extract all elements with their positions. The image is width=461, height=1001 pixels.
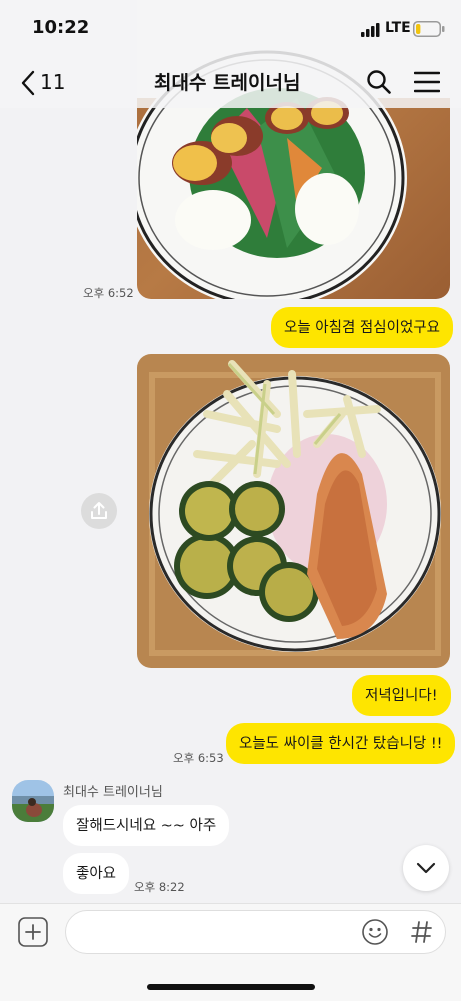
network-label: LTE: [385, 20, 411, 36]
chevron-left-icon: [21, 70, 35, 96]
home-indicator: [147, 984, 315, 990]
message-bubble[interactable]: 오늘도 싸이클 한시간 탔습니당 !!: [226, 723, 456, 764]
avatar[interactable]: [12, 780, 54, 822]
message-bubble[interactable]: 오늘 아침겸 점심이었구요: [271, 307, 453, 348]
plus-icon[interactable]: [18, 917, 48, 947]
back-button[interactable]: 11: [14, 66, 74, 100]
message-bubble[interactable]: 좋아요: [63, 853, 130, 894]
chat-header: 11 최대수 트레이너님: [0, 58, 461, 108]
message-bubble[interactable]: 잘해드시네요 ~~ 아주: [63, 805, 230, 846]
chat-title[interactable]: 최대수 트레이너님: [154, 68, 300, 95]
message-bubble[interactable]: 저녁입니다!: [352, 675, 451, 716]
emoji-icon[interactable]: [361, 918, 389, 946]
menu-icon[interactable]: [414, 71, 440, 93]
scroll-to-bottom-button[interactable]: [403, 845, 449, 891]
message-time: 오후 8:22: [134, 880, 185, 894]
sender-name: 최대수 트레이너님: [63, 785, 163, 800]
message-image-dinner[interactable]: [137, 354, 450, 668]
chevron-down-icon: [416, 862, 436, 874]
share-button[interactable]: [81, 493, 117, 529]
avatar-photo: [12, 780, 54, 822]
status-time: 10:22: [32, 17, 90, 38]
hash-icon[interactable]: [411, 920, 433, 944]
message-time: 오후 6:53: [173, 751, 224, 765]
signal-icon: [361, 23, 380, 37]
chat-area[interactable]: 오후 6:52 오늘 아침겸 점심이었구요 저녁입니다! 오늘도 싸이클 한시간…: [0, 0, 461, 903]
search-icon[interactable]: [366, 69, 392, 95]
share-icon: [91, 502, 107, 519]
message-time: 오후 6:52: [83, 286, 134, 300]
message-input-bar: [0, 903, 461, 1001]
battery-icon: [413, 21, 445, 37]
status-bar: 10:22 LTE: [0, 0, 461, 58]
dinner-photo: [137, 354, 450, 668]
back-count: 11: [40, 70, 66, 94]
